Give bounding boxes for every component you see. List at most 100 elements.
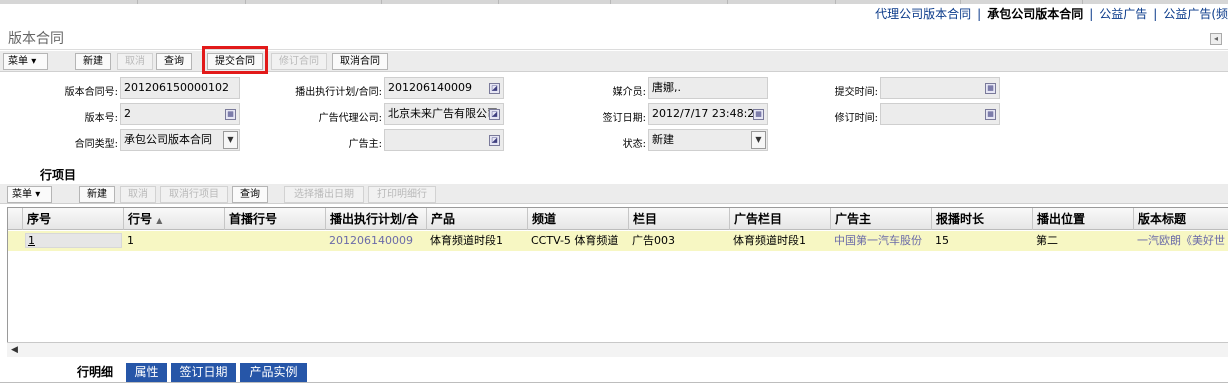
col-header-first-line-no[interactable]: 首播行号 [224, 208, 325, 230]
nav-public-ad[interactable]: 公益广告 [1099, 5, 1147, 22]
detail-tabs: 行明细 属性 签订日期 产品实例 [0, 363, 1228, 383]
contract-no-field[interactable]: 201206150000102 [120, 77, 240, 99]
sign-date-label: 签订日期: [602, 113, 646, 124]
top-nav: 代理公司版本合同 | 承包公司版本合同 | 公益广告 | 公益广告(频 [875, 5, 1228, 23]
col-header-version-title[interactable]: 版本标题 [1133, 208, 1228, 230]
sign-date-field[interactable]: 2012/7/17 23:48:25 ▦ [648, 103, 768, 125]
exec-plan-label: 播出执行计划/合同: [295, 87, 382, 98]
query-button[interactable]: 查询 [156, 53, 192, 70]
select-air-date-button[interactable]: 选择播出日期 [284, 186, 364, 203]
advertiser-field[interactable]: ◪ [384, 129, 504, 151]
version-no-label: 版本号: [84, 113, 118, 124]
new-button[interactable]: 新建 [75, 53, 111, 70]
col-header-position[interactable]: 播出位置 [1032, 208, 1133, 230]
cancel-button[interactable]: 取消 [117, 53, 153, 70]
exec-plan-field[interactable]: 201206140009 ◪ [384, 77, 504, 99]
highlight-box [202, 46, 268, 74]
main-toolbar: 菜单 ▾ 新建 取消 查询 提交合同 修订合同 取消合同 [0, 51, 1228, 72]
cell-seq-input[interactable]: 1 [25, 233, 122, 248]
submit-time-label: 提交时间: [834, 87, 878, 98]
contract-no-label: 版本合同号: [64, 87, 118, 98]
contract-type-select[interactable]: 承包公司版本合同 ▼ [120, 129, 240, 151]
cell-advertiser[interactable]: 中国第一汽车股份 [830, 231, 931, 251]
col-header-seq[interactable]: 序号 [22, 208, 123, 230]
chevron-down-icon[interactable]: ▼ [751, 131, 766, 149]
col-header-product[interactable]: 产品 [426, 208, 527, 230]
tab-sign-date[interactable]: 签订日期 [171, 363, 236, 382]
version-no-field[interactable]: 2 ▦ [120, 103, 240, 125]
col-header-exec-plan[interactable]: 播出执行计划/合 [325, 208, 426, 230]
cell-ad-program: 体育频道时段1 [733, 234, 806, 247]
cell-line-no: 1 [127, 234, 134, 247]
cell-first-line-no [224, 231, 325, 251]
lookup-icon[interactable]: ◪ [489, 135, 500, 146]
ad-agency-label: 广告代理公司: [318, 113, 382, 124]
nav-public-ad-channel[interactable]: 公益广告(频 [1163, 5, 1228, 22]
nav-separator: | [977, 7, 982, 21]
col-header-channel[interactable]: 频道 [527, 208, 628, 230]
col-header-line-no-label: 行号 [128, 212, 153, 226]
nav-separator: | [1089, 7, 1094, 21]
col-header-program[interactable]: 栏目 [628, 208, 729, 230]
status-label: 状态: [622, 139, 646, 150]
cell-product: 体育频道时段1 [430, 234, 503, 247]
tab-attributes[interactable]: 属性 [126, 363, 167, 382]
menu-button[interactable]: 菜单 ▾ [3, 53, 48, 70]
cancel-contract-button[interactable]: 取消合同 [332, 53, 388, 70]
collapse-icon[interactable]: ◂ [1210, 33, 1222, 45]
grid-header: 序号 行号 ▲ 首播行号 播出执行计划/合 产品 频道 栏目 广告栏目 广告主 … [8, 208, 1228, 230]
scroll-left-icon[interactable]: ◀ [8, 344, 21, 356]
cell-position: 第二 [1036, 234, 1058, 247]
line-cancel-button[interactable]: 取消 [120, 186, 156, 203]
contract-type-label: 合同类型: [74, 139, 118, 150]
line-query-button[interactable]: 查询 [232, 186, 268, 203]
col-header-line-no[interactable]: 行号 ▲ [123, 208, 224, 230]
lookup-icon[interactable]: ◪ [489, 109, 500, 120]
calculator-icon[interactable]: ▦ [225, 109, 236, 120]
sign-date-value: 2012/7/17 23:48:25 [652, 107, 762, 120]
ad-agency-field[interactable]: 北京未来广告有限公司 ◪ [384, 103, 504, 125]
revise-contract-button[interactable]: 修订合同 [271, 53, 327, 70]
cell-exec-plan[interactable]: 201206140009 [325, 231, 426, 251]
col-header-advertiser[interactable]: 广告主 [830, 208, 931, 230]
contract-type-value: 承包公司版本合同 [124, 133, 212, 146]
line-items-grid: 序号 行号 ▲ 首播行号 播出执行计划/合 产品 频道 栏目 广告栏目 广告主 … [7, 207, 1228, 357]
calendar-icon[interactable]: ▦ [985, 109, 996, 120]
chevron-down-icon[interactable]: ▼ [223, 131, 238, 149]
horizontal-scrollbar[interactable]: ◀ [7, 342, 1228, 357]
advertiser-label: 广告主: [348, 139, 382, 150]
calendar-icon[interactable]: ▦ [753, 109, 764, 120]
cell-version-title[interactable]: 一汽欧朗《美好世 [1133, 231, 1228, 251]
divider [0, 49, 1228, 50]
cancel-line-item-button[interactable]: 取消行项目 [160, 186, 228, 203]
revise-time-field[interactable]: ▦ [880, 103, 1000, 125]
nav-separator: | [1153, 7, 1158, 21]
page-title: 版本合同 [8, 31, 64, 47]
cell-duration: 15 [935, 234, 949, 247]
divider [0, 382, 1228, 383]
cell-program: 广告003 [632, 234, 675, 247]
nav-contractor-contract[interactable]: 承包公司版本合同 [987, 5, 1083, 22]
tab-product-instance[interactable]: 产品实例 [240, 363, 307, 382]
media-person-field[interactable]: 唐娜,. [648, 77, 768, 99]
line-items-toolbar: 菜单 ▾ 新建 取消 取消行项目 查询 选择播出日期 打印明细行 [0, 184, 1228, 204]
ad-agency-value: 北京未来广告有限公司 [388, 107, 498, 120]
nav-agency-contract[interactable]: 代理公司版本合同 [875, 5, 971, 22]
calendar-icon[interactable]: ▦ [985, 83, 996, 94]
dropdown-arrow-icon: ▾ [31, 56, 37, 67]
table-row[interactable]: 1 201206140009 体育频道时段1 CCTV-5 体育频道 广告003… [8, 231, 1228, 251]
line-menu-button[interactable]: 菜单 ▾ [7, 186, 52, 203]
status-value: 新建 [652, 133, 674, 146]
media-person-label: 媒介员: [612, 87, 646, 98]
dropdown-arrow-icon: ▾ [35, 189, 41, 200]
print-detail-lines-button[interactable]: 打印明细行 [368, 186, 436, 203]
col-header-ad-program[interactable]: 广告栏目 [729, 208, 830, 230]
exec-plan-value: 201206140009 [388, 81, 472, 94]
col-header-duration[interactable]: 报播时长 [931, 208, 1032, 230]
line-new-button[interactable]: 新建 [79, 186, 115, 203]
lookup-icon[interactable]: ◪ [489, 83, 500, 94]
line-items-title: 行项目 [40, 168, 77, 182]
status-select[interactable]: 新建 ▼ [648, 129, 768, 151]
tab-line-detail[interactable]: 行明细 [68, 363, 122, 382]
submit-time-field[interactable]: ▦ [880, 77, 1000, 99]
